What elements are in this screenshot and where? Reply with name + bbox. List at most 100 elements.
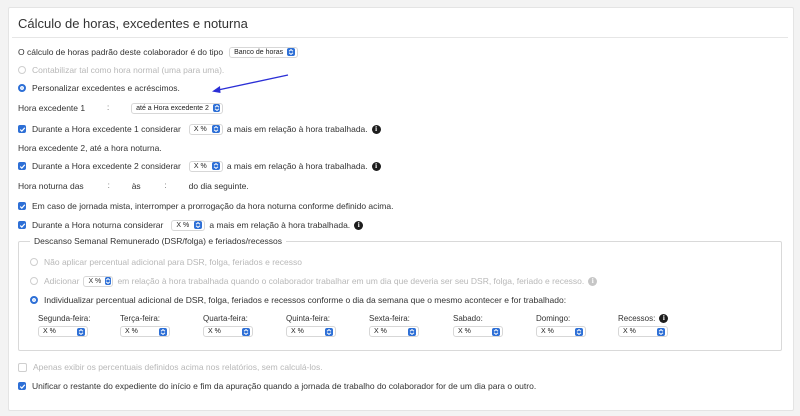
dsr-legend: Descanso Semanal Remunerado (DSR/folga) … [30, 236, 287, 246]
select-arrows-icon [211, 125, 220, 133]
select-arrows-icon [194, 221, 203, 229]
excedente1-checkbox[interactable] [18, 125, 26, 133]
noturna-pct-text: Durante a Hora noturna considerar [32, 220, 164, 230]
day-tuesday: Terça-feira: X % [120, 313, 170, 337]
dsr-no-apply-label: Não aplicar percentual adicional para DS… [44, 257, 302, 267]
noturna-between: às [131, 181, 141, 191]
day-label: Quarta-feira: [203, 313, 248, 323]
noturna-to-input[interactable]: : [153, 181, 179, 192]
day-sunday: Domingo: X % [536, 313, 586, 337]
only-show-option[interactable]: Apenas exibir os percentuais definidos a… [18, 360, 323, 374]
noturna-pct-select[interactable]: X % [171, 219, 206, 231]
info-icon[interactable]: i [354, 220, 364, 230]
day-label: Quinta-feira: [286, 313, 331, 323]
day-pct-value: X % [125, 328, 138, 335]
select-arrows-icon [575, 327, 583, 336]
excedente1-row: Hora excedente 1 : até a Hora excedente … [18, 101, 227, 115]
excedente1-until-select[interactable]: até a Hora excedente 2 [131, 102, 224, 114]
excedente1-pct-text: Durante a Hora excedente 1 considerar [32, 124, 181, 134]
select-arrows-icon [492, 327, 500, 336]
excedente2-pct-select[interactable]: X % [188, 160, 223, 172]
excedente1-pct-value: X % [193, 125, 207, 133]
day-friday: Sexta-feira: X % [369, 313, 419, 337]
excedente2-pct-text: Durante a Hora excedente 2 considerar [32, 161, 181, 171]
panel-title: Cálculo de horas, excedentes e noturna [18, 16, 248, 31]
annotation-arrow-icon [212, 74, 289, 93]
day-label: Segunda-feira: [38, 313, 91, 323]
day-saturday: Sabado: X % [453, 313, 503, 337]
day-pct-select[interactable]: X % [38, 326, 88, 337]
dsr-individual-label: Individualizar percentual adicional de D… [44, 295, 567, 305]
dsr-no-apply-radio[interactable] [30, 258, 38, 266]
day-wednesday: Quarta-feira: X % [203, 313, 253, 337]
day-pct-select[interactable]: X % [453, 326, 503, 337]
select-arrows-icon [211, 162, 220, 170]
custom-label: Personalizar excedentes e acréscimos. [32, 83, 180, 93]
excedente1-pct-suffix: a mais em relação à hora trabalhada. [226, 124, 368, 134]
select-arrows-icon [212, 104, 221, 112]
unify-checkbox[interactable] [18, 382, 26, 390]
day-pct-select[interactable]: X % [618, 326, 668, 337]
info-icon[interactable]: i [371, 124, 381, 134]
normal-hour-option[interactable]: Contabilizar tal como hora normal (uma p… [18, 63, 224, 77]
excedente1-time-input[interactable]: : [95, 103, 121, 114]
select-arrows-icon [242, 327, 250, 336]
mista-row: Em caso de jornada mista, interromper a … [18, 199, 393, 213]
unify-label: Unificar o restante do expediente do iní… [32, 381, 537, 391]
day-label: Sabado: [453, 313, 483, 323]
select-arrows-icon [657, 327, 665, 336]
excedente2-pct-value: X % [193, 162, 207, 170]
noturna-pct-row: Durante a Hora noturna considerar X % a … [18, 218, 364, 232]
only-show-checkbox[interactable] [18, 362, 27, 372]
noturna-row: Hora noturna das : às : do dia seguinte. [18, 179, 249, 193]
mista-checkbox[interactable] [18, 202, 26, 210]
noturna-checkbox[interactable] [18, 221, 26, 229]
day-pct-select[interactable]: X % [120, 326, 170, 337]
day-pct-select[interactable]: X % [286, 326, 336, 337]
day-thursday: Quinta-feira: X % [286, 313, 336, 337]
day-pct-select[interactable]: X % [203, 326, 253, 337]
default-type-row: O cálculo de horas padrão deste colabora… [18, 45, 302, 59]
info-icon[interactable]: i [588, 276, 598, 286]
excedente2-checkbox[interactable] [18, 162, 26, 170]
mista-label: Em caso de jornada mista, interromper a … [32, 201, 394, 211]
excedente2-pct-row: Durante a Hora excedente 2 considerar X … [18, 159, 381, 173]
dsr-add-select[interactable]: X % [83, 275, 114, 287]
info-icon[interactable]: i [659, 313, 669, 323]
day-pct-select[interactable]: X % [369, 326, 419, 337]
dsr-add-radio[interactable] [30, 277, 38, 285]
calc-type-value: Banco de horas [234, 48, 284, 56]
day-pct-value: X % [458, 328, 471, 335]
dsr-individual-option[interactable]: Individualizar percentual adicional de D… [30, 293, 566, 307]
default-type-text: O cálculo de horas padrão deste colabora… [18, 47, 224, 57]
excedente1-label: Hora excedente 1 [18, 103, 86, 113]
title-divider [12, 37, 788, 38]
select-arrows-icon [105, 277, 112, 285]
select-arrows-icon [77, 327, 85, 336]
calc-type-select[interactable]: Banco de horas [229, 46, 299, 58]
excedente2-pct-suffix: a mais em relação à hora trabalhada. [226, 161, 368, 171]
excedente1-pct-row: Durante a Hora excedente 1 considerar X … [18, 122, 381, 136]
normal-hour-label: Contabilizar tal como hora normal (uma p… [32, 65, 225, 75]
select-arrows-icon [287, 48, 296, 56]
noturna-suffix: do dia seguinte. [188, 181, 249, 191]
day-pct-value: X % [541, 328, 554, 335]
dsr-add-option[interactable]: Adicionar X % em relação à hora trabalha… [30, 274, 598, 288]
day-label: Recessos: [618, 313, 656, 323]
day-pct-select[interactable]: X % [536, 326, 586, 337]
excedente1-pct-select[interactable]: X % [188, 123, 223, 135]
day-recessos: Recessos: i X % [618, 313, 669, 337]
unify-option[interactable]: Unificar o restante do expediente do iní… [18, 379, 536, 393]
select-arrows-icon [159, 327, 167, 336]
custom-radio[interactable] [18, 84, 26, 92]
only-show-label: Apenas exibir os percentuais definidos a… [33, 362, 323, 372]
select-arrows-icon [408, 327, 416, 336]
dsr-no-apply-option[interactable]: Não aplicar percentual adicional para DS… [30, 255, 302, 269]
day-pct-value: X % [43, 328, 56, 335]
dsr-individual-radio[interactable] [30, 296, 38, 304]
noturna-from-input[interactable]: : [96, 181, 122, 192]
day-monday: Segunda-feira: X % [38, 313, 90, 337]
info-icon[interactable]: i [371, 161, 381, 171]
normal-hour-radio[interactable] [18, 66, 26, 74]
custom-option[interactable]: Personalizar excedentes e acréscimos. [18, 81, 180, 95]
